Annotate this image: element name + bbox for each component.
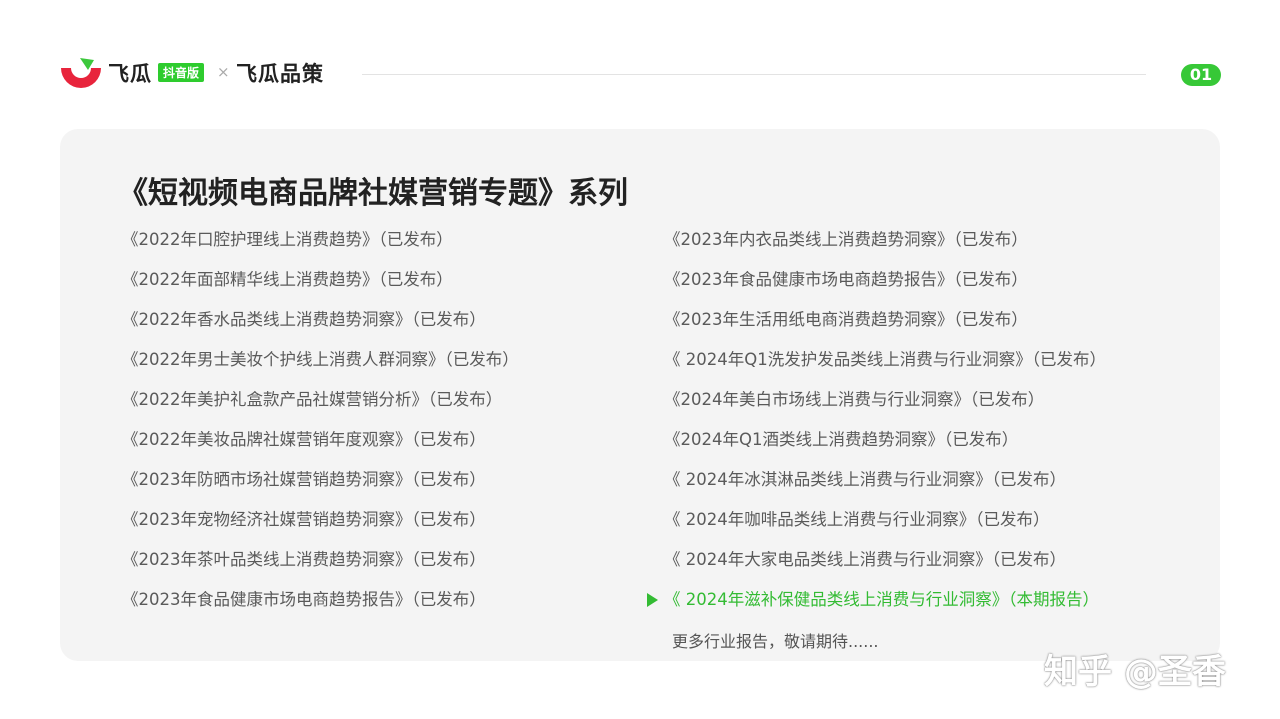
- report-list-left: 《2022年口腔护理线上消费趋势》（已发布） 《2022年面部精华线上消费趋势》…: [122, 228, 519, 628]
- brand-name: 飞瓜: [108, 62, 152, 86]
- report-item: 《2023年生活用纸电商消费趋势洞察》（已发布）: [664, 310, 1028, 329]
- feigua-logo-icon: [61, 58, 101, 88]
- brand-separator: ×: [217, 63, 230, 81]
- report-item: 《 2024年Q1洗发护发品类线上消费与行业洞察》（已发布）: [664, 350, 1106, 369]
- report-list-right: 《2023年内衣品类线上消费趋势洞察》（已发布） 《2023年食品健康市场电商趋…: [664, 228, 1106, 588]
- report-item: 《 2024年冰淇淋品类线上消费与行业洞察》（已发布）: [664, 470, 1066, 489]
- report-item: 《2023年茶叶品类线上消费趋势洞察》（已发布）: [122, 550, 486, 569]
- report-item: 《2023年内衣品类线上消费趋势洞察》（已发布）: [664, 230, 1028, 249]
- header-divider: [362, 74, 1146, 75]
- report-item: 《2022年美妆品牌社媒营销年度观察》（已发布）: [122, 430, 486, 449]
- current-report-label: 《 2024年滋补保健品类线上消费与行业洞察》（本期报告）: [664, 590, 1099, 609]
- report-item: 《2022年男士美妆个护线上消费人群洞察》（已发布）: [122, 350, 519, 369]
- header: 飞瓜 抖音版 × 飞瓜品策 01: [0, 0, 1280, 110]
- report-item: 《2022年面部精华线上消费趋势》（已发布）: [122, 270, 453, 289]
- page-number-badge: 01: [1181, 64, 1221, 86]
- report-item: 《2024年美白市场线上消费与行业洞察》（已发布）: [664, 390, 1045, 409]
- brand-tag: 抖音版: [158, 63, 205, 82]
- more-reports-note: 更多行业报告，敬请期待......: [672, 632, 879, 651]
- partner-brand-name: 飞瓜品策: [236, 62, 324, 86]
- report-item: 《2023年宠物经济社媒营销趋势洞察》（已发布）: [122, 510, 486, 529]
- zhihu-watermark: 知乎 @圣香: [1044, 652, 1226, 692]
- report-item: 《2024年Q1酒类线上消费趋势洞察》（已发布）: [664, 430, 1019, 449]
- report-item: 《2022年美护礼盒款产品社媒营销分析》（已发布）: [122, 390, 503, 409]
- report-item: 《2023年食品健康市场电商趋势报告》（已发布）: [664, 270, 1028, 289]
- report-item: 《 2024年咖啡品类线上消费与行业洞察》（已发布）: [664, 510, 1050, 529]
- report-item: 《2022年香水品类线上消费趋势洞察》（已发布）: [122, 310, 486, 329]
- current-report-item: 《 2024年滋补保健品类线上消费与行业洞察》（本期报告）: [647, 588, 1099, 612]
- report-item: 《 2024年大家电品类线上消费与行业洞察》（已发布）: [664, 550, 1066, 569]
- report-item: 《2023年防晒市场社媒营销趋势洞察》（已发布）: [122, 470, 486, 489]
- report-item: 《2023年食品健康市场电商趋势报告》（已发布）: [122, 590, 486, 609]
- report-item: 《2022年口腔护理线上消费趋势》（已发布）: [122, 230, 453, 249]
- page-title: 《短视频电商品牌社媒营销专题》系列: [118, 176, 628, 211]
- play-arrow-icon: [647, 593, 658, 607]
